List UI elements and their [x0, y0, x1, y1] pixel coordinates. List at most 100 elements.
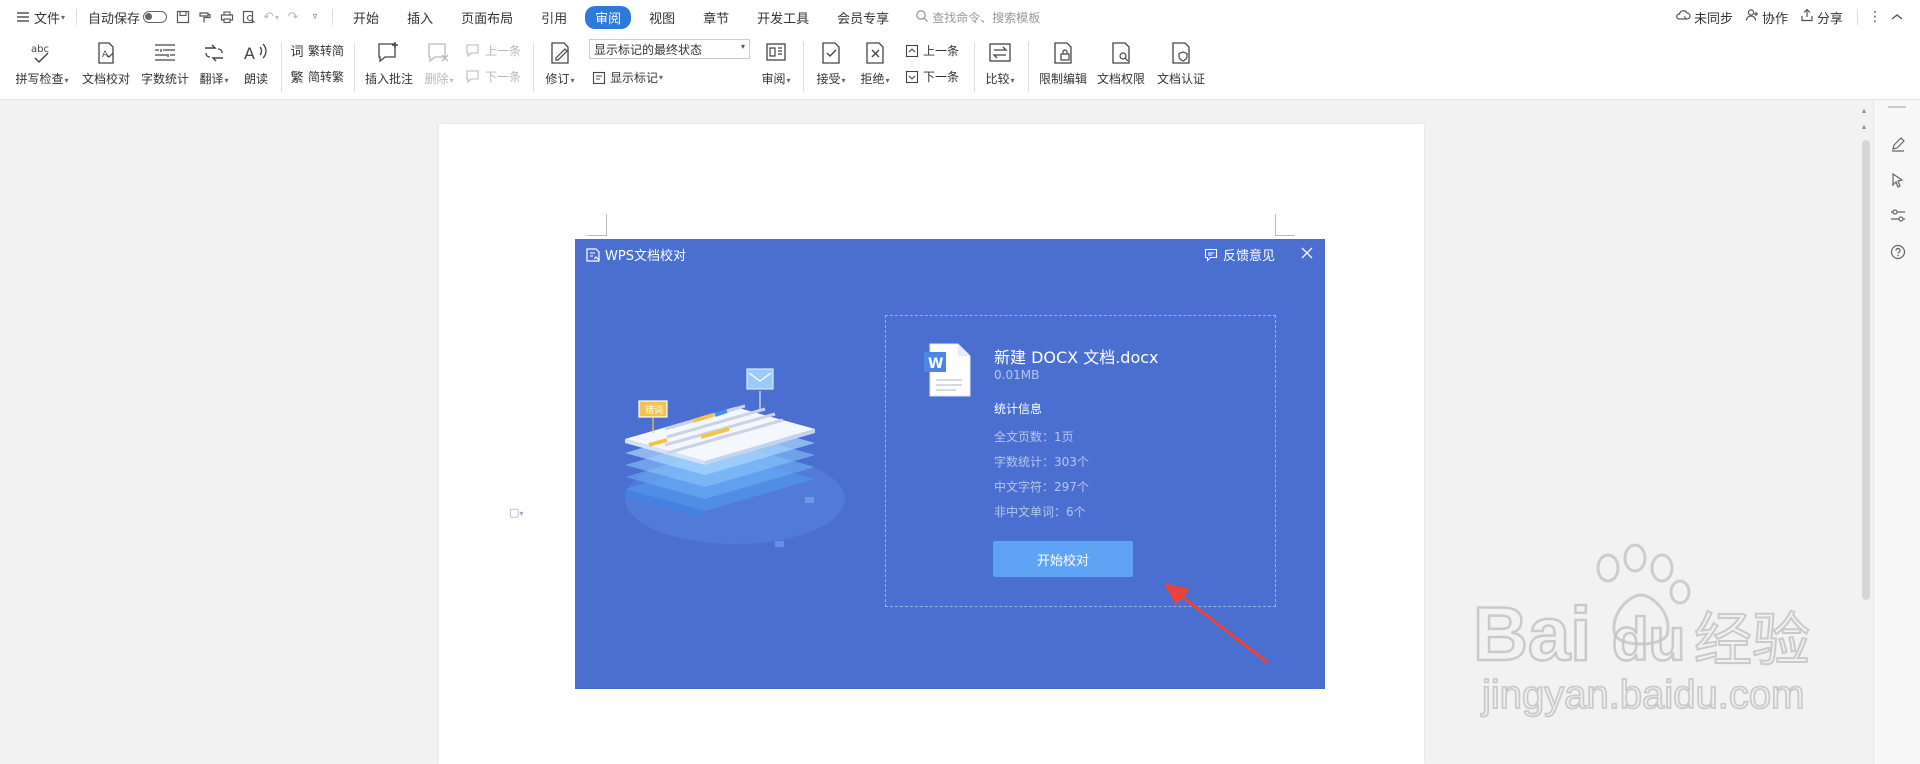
scroll-up-icon[interactable]: ▴	[1862, 122, 1866, 131]
reject-button[interactable]: 拒绝▾	[856, 34, 894, 87]
svg-text:abc: abc	[31, 44, 49, 55]
divider	[354, 42, 355, 92]
stat-word-count: 字数统计：303个	[994, 455, 1089, 469]
cursor-select-icon[interactable]	[1888, 170, 1908, 190]
autosave-toggle[interactable]: 自动保存	[83, 6, 172, 28]
show-markup-label: 显示标记	[610, 71, 659, 85]
feedback-label: 反馈意见	[1222, 249, 1275, 264]
tab-review[interactable]: 审阅	[585, 5, 632, 29]
delete-comment-button[interactable]: 删除▾	[422, 34, 456, 87]
trad-to-simp-label: 繁转简	[308, 44, 345, 58]
prev-comment-label: 上一条	[485, 44, 522, 58]
tab-section[interactable]: 章节	[693, 6, 739, 29]
collaborate-label: 协作	[1761, 11, 1788, 27]
tab-developer[interactable]: 开发工具	[747, 6, 819, 29]
format-painter-icon[interactable]	[194, 6, 216, 28]
reject-icon	[862, 40, 888, 66]
print-preview-icon[interactable]	[238, 6, 260, 28]
start-proofread-button[interactable]: 开始校对	[993, 541, 1133, 577]
undo-icon[interactable]: ↶ ▾	[260, 6, 282, 28]
paragraph-handle-icon[interactable]: ▢▾	[509, 506, 523, 519]
share-button[interactable]: 分享	[1800, 8, 1843, 27]
simp-to-trad-icon: 繁	[290, 71, 304, 86]
review-pane-button[interactable]: 审阅▾	[757, 34, 795, 87]
file-menu[interactable]: 文件 ▾	[10, 6, 70, 28]
divider	[974, 42, 975, 92]
compare-button[interactable]: 比较▾	[982, 34, 1018, 87]
error-word-tag: 错词	[644, 406, 663, 416]
hamburger-icon	[15, 9, 31, 25]
insert-comment-button[interactable]: 插入批注	[362, 34, 416, 87]
delete-comment-icon	[426, 40, 452, 66]
vertical-scrollbar[interactable]: ▴ ▴	[1859, 100, 1873, 764]
restrict-edit-button[interactable]: 限制编辑	[1036, 34, 1090, 87]
dialog-title: WPS文档校对	[585, 245, 686, 264]
collapse-ribbon-icon[interactable]	[1886, 6, 1908, 28]
divider	[76, 9, 78, 25]
track-changes-button[interactable]: 修订▾	[541, 34, 579, 87]
more-options-icon[interactable]: ⋮	[1864, 6, 1886, 28]
help-icon[interactable]	[1888, 242, 1908, 262]
tab-references[interactable]: 引用	[531, 6, 577, 29]
doc-proofread-icon: A	[93, 40, 119, 66]
feedback-link[interactable]: 反馈意见	[1204, 245, 1275, 264]
sync-label: 未同步	[1693, 11, 1733, 27]
next-comment-button[interactable]: 下一条	[466, 68, 521, 85]
stat-non-chinese-words: 非中文单词：6个	[994, 505, 1086, 519]
svg-text:经验: 经验	[1694, 606, 1810, 674]
scroll-up-icon[interactable]: ▴	[1862, 106, 1866, 115]
close-icon[interactable]	[1297, 243, 1317, 263]
red-arrow-annotation	[1164, 583, 1269, 665]
prev-change-button[interactable]: 上一条	[904, 42, 959, 59]
save-icon[interactable]	[172, 6, 194, 28]
restrict-edit-label: 限制编辑	[1038, 72, 1087, 86]
track-changes-label: 修订	[545, 72, 570, 86]
track-changes-icon	[547, 40, 573, 66]
word-count-icon	[152, 40, 178, 66]
translate-button[interactable]: 翻译▾	[196, 34, 232, 87]
redo-icon[interactable]: ↷	[282, 6, 304, 28]
tab-member[interactable]: 会员专享	[827, 6, 899, 29]
divider	[332, 9, 334, 25]
proofread-logo-icon	[585, 247, 601, 263]
file-name: 新建 DOCX 文档.docx	[994, 348, 1159, 367]
trad-to-simp-icon: 词	[290, 45, 304, 60]
prev-comment-button[interactable]: 上一条	[466, 42, 521, 59]
tab-insert[interactable]: 插入	[397, 6, 443, 29]
scrollbar-thumb[interactable]	[1862, 140, 1870, 600]
markup-mode-select[interactable]: 显示标记的最终状态 ▾	[589, 39, 750, 59]
page-margin-corner	[1275, 214, 1295, 236]
pen-icon[interactable]	[1888, 134, 1908, 154]
read-aloud-button[interactable]: A 朗读	[240, 34, 272, 87]
dialog-title-text: WPS文档校对	[605, 249, 686, 264]
doc-permission-button[interactable]: 文档权限	[1094, 34, 1148, 87]
svg-text:A: A	[102, 50, 109, 60]
menu-bar: 文件 ▾ 自动保存 ↶ ▾ ↷ ▿ 开始 插入 页面布局 引用 审阅 视图 章节 …	[0, 0, 1920, 34]
translate-icon	[201, 40, 227, 66]
translate-label: 翻译	[199, 72, 224, 86]
doc-proofread-button[interactable]: A 文档校对	[80, 34, 132, 87]
doc-certify-button[interactable]: 文档认证	[1154, 34, 1208, 87]
command-search[interactable]: 查找命令、搜索模板	[915, 9, 1040, 26]
accept-button[interactable]: 接受▾	[812, 34, 850, 87]
show-markup-button[interactable]: 显示标记 ▾	[591, 69, 663, 86]
review-pane-label: 审阅	[761, 72, 786, 86]
baidu-jingyan-watermark: Bai du 经验 jingyan.baidu.com	[1472, 543, 1811, 718]
stats-title: 统计信息	[994, 402, 1043, 416]
divider	[1028, 42, 1029, 92]
permission-icon	[1108, 40, 1134, 66]
sliders-icon[interactable]	[1888, 206, 1908, 226]
collaborate-button[interactable]: 协作	[1745, 8, 1788, 27]
tab-page-layout[interactable]: 页面布局	[451, 6, 523, 29]
trad-to-simp-button[interactable]: 词 繁转简	[289, 42, 345, 60]
simp-to-trad-button[interactable]: 繁 简转繁	[289, 68, 344, 86]
tab-view[interactable]: 视图	[639, 6, 685, 29]
more-quick-access-icon[interactable]: ▿	[304, 6, 326, 28]
tab-home[interactable]: 开始	[343, 6, 389, 29]
next-change-button[interactable]: 下一条	[904, 68, 959, 85]
print-icon[interactable]	[216, 6, 238, 28]
spell-check-button[interactable]: abc 拼写检查▾	[12, 34, 72, 87]
word-count-button[interactable]: 字数统计	[138, 34, 192, 87]
compare-icon	[987, 40, 1013, 66]
sync-status[interactable]: 未同步	[1675, 8, 1733, 27]
